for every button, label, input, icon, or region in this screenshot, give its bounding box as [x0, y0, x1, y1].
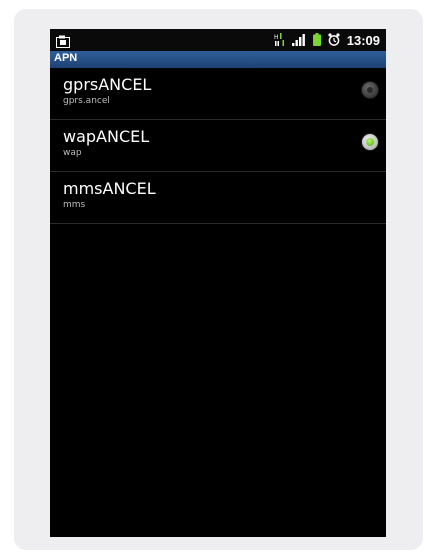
- apn-name: gprsANCEL: [63, 75, 152, 94]
- apn-value: gprs.ancel: [63, 96, 110, 106]
- status-icons: H 13:09: [274, 29, 380, 51]
- radio-dot: [367, 87, 373, 93]
- apn-radio-wapancel[interactable]: [361, 133, 379, 151]
- apn-radio-gprsancel[interactable]: [361, 81, 379, 99]
- apn-item-mmsancel[interactable]: mmsANCEL mms: [50, 172, 386, 224]
- screenshot-icon: [56, 33, 70, 48]
- apn-name: wapANCEL: [63, 127, 150, 146]
- page-title: APN: [54, 52, 78, 64]
- alarm-icon: [328, 31, 340, 50]
- radio-dot: [366, 138, 374, 146]
- svg-text:H: H: [274, 34, 279, 41]
- status-bar: H 13:09: [50, 29, 386, 51]
- status-time: 13:09: [346, 32, 380, 48]
- network-type-icon: H: [274, 31, 285, 50]
- apn-item-gprsancel[interactable]: gprsANCEL gprs.ancel: [50, 68, 386, 120]
- apn-list: gprsANCEL gprs.ancel wapANCEL wap mmsANC…: [50, 68, 386, 224]
- apn-item-wapancel[interactable]: wapANCEL wap: [50, 120, 386, 172]
- phone-screen: H 13:09 APN gprsANCEL gprs.ancel wapANCE…: [50, 29, 386, 537]
- apn-value: wap: [63, 148, 82, 158]
- battery-icon: [312, 31, 321, 50]
- signal-bars-icon: [291, 31, 306, 50]
- apn-value: mms: [63, 200, 86, 210]
- device-edge: [419, 9, 429, 550]
- title-bar: APN: [50, 51, 386, 68]
- apn-name: mmsANCEL: [63, 179, 156, 198]
